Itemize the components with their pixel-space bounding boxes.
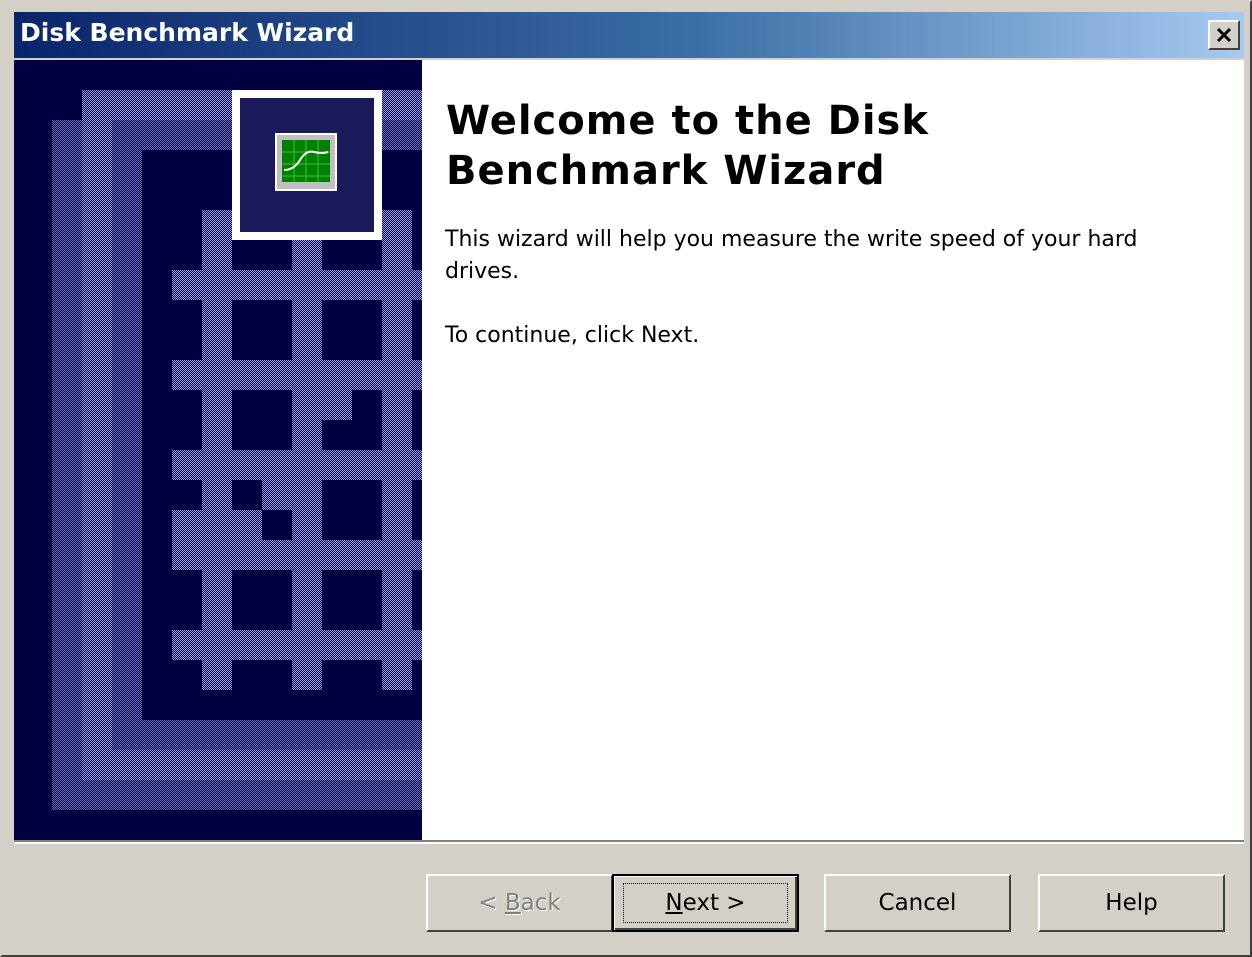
continue-instruction: To continue, click Next. bbox=[445, 323, 700, 348]
close-button[interactable] bbox=[1208, 20, 1240, 50]
help-button-label: Help bbox=[1105, 890, 1158, 916]
disk-benchmark-wizard-icon bbox=[275, 133, 337, 191]
help-button[interactable]: Help bbox=[1038, 874, 1225, 932]
wizard-banner-graphic bbox=[52, 90, 422, 810]
button-separator bbox=[14, 840, 1244, 844]
next-button-label: Next > bbox=[665, 890, 745, 916]
back-rest: ack bbox=[520, 890, 561, 916]
next-rest: ext > bbox=[682, 890, 746, 916]
window-title: Disk Benchmark Wizard bbox=[20, 18, 355, 47]
welcome-heading-line1: Welcome to the Disk bbox=[446, 98, 929, 144]
wizard-description: This wizard will help you measure the wr… bbox=[445, 227, 1138, 284]
next-accelerator: N bbox=[665, 890, 683, 916]
title-bar[interactable]: Disk Benchmark Wizard bbox=[14, 12, 1244, 58]
welcome-heading-line2: Benchmark Wizard bbox=[446, 148, 886, 194]
back-button[interactable]: < Back bbox=[426, 874, 613, 932]
welcome-heading: Welcome to the Disk Benchmark Wizard bbox=[446, 96, 1206, 196]
next-button[interactable]: Next > bbox=[612, 874, 799, 932]
wizard-content: Welcome to the Disk Benchmark Wizard Thi… bbox=[14, 60, 1244, 840]
wizard-window: Disk Benchmark Wizard Welcome to the Dis… bbox=[0, 0, 1252, 957]
close-icon bbox=[1216, 27, 1232, 43]
back-prefix: < bbox=[478, 890, 505, 916]
wizard-banner bbox=[14, 60, 422, 840]
cancel-button-label: Cancel bbox=[878, 890, 957, 916]
back-button-label: < Back bbox=[478, 890, 560, 916]
cancel-button[interactable]: Cancel bbox=[824, 874, 1011, 932]
back-accelerator: B bbox=[504, 890, 521, 916]
